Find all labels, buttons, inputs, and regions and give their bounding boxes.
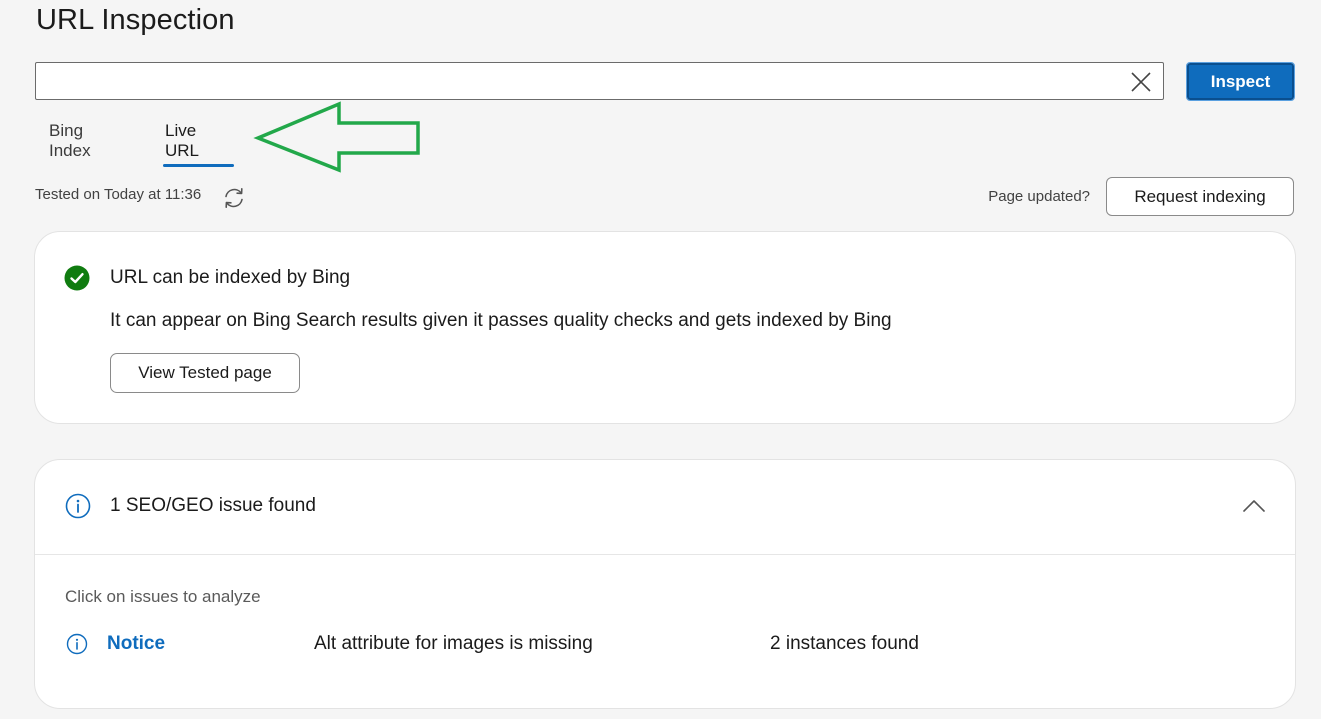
issues-header[interactable]: 1 SEO/GEO issue found — [35, 460, 1295, 555]
inspect-button[interactable]: Inspect — [1186, 62, 1295, 101]
active-tab-indicator — [163, 164, 234, 167]
url-search-box — [35, 62, 1164, 100]
indexability-card: URL can be indexed by Bing It can appear… — [34, 231, 1296, 424]
view-tested-page-button[interactable]: View Tested page — [110, 353, 300, 393]
tab-bing-index[interactable]: Bing Index — [49, 118, 91, 164]
issue-row[interactable]: Notice Alt attribute for images is missi… — [35, 625, 1295, 665]
issues-title: 1 SEO/GEO issue found — [110, 495, 316, 516]
check-circle-icon — [64, 265, 90, 291]
issue-instance-count: 2 instances found — [770, 633, 919, 654]
issue-severity-link[interactable]: Notice — [107, 633, 165, 655]
issues-hint: Click on issues to analyze — [65, 587, 261, 606]
index-status-title: URL can be indexed by Bing — [110, 267, 351, 288]
refresh-icon[interactable] — [221, 185, 247, 211]
clear-button[interactable] — [1129, 70, 1153, 94]
chevron-up-icon[interactable] — [1241, 494, 1267, 520]
tested-timestamp: Tested on Today at 11:36 — [35, 186, 202, 203]
issues-card: 1 SEO/GEO issue found Click on issues to… — [34, 459, 1296, 709]
close-icon — [1131, 72, 1151, 92]
url-input[interactable] — [36, 63, 1116, 99]
issue-description: Alt attribute for images is missing — [314, 633, 593, 654]
request-indexing-button[interactable]: Request indexing — [1106, 177, 1294, 216]
info-icon — [65, 493, 91, 519]
info-icon — [66, 633, 88, 655]
annotation-arrow-icon — [253, 101, 420, 173]
page-updated-label: Page updated? — [988, 188, 1090, 205]
page-title: URL Inspection — [36, 4, 235, 36]
index-status-description: It can appear on Bing Search results giv… — [110, 310, 892, 331]
tab-live-url[interactable]: Live URL — [165, 118, 199, 164]
